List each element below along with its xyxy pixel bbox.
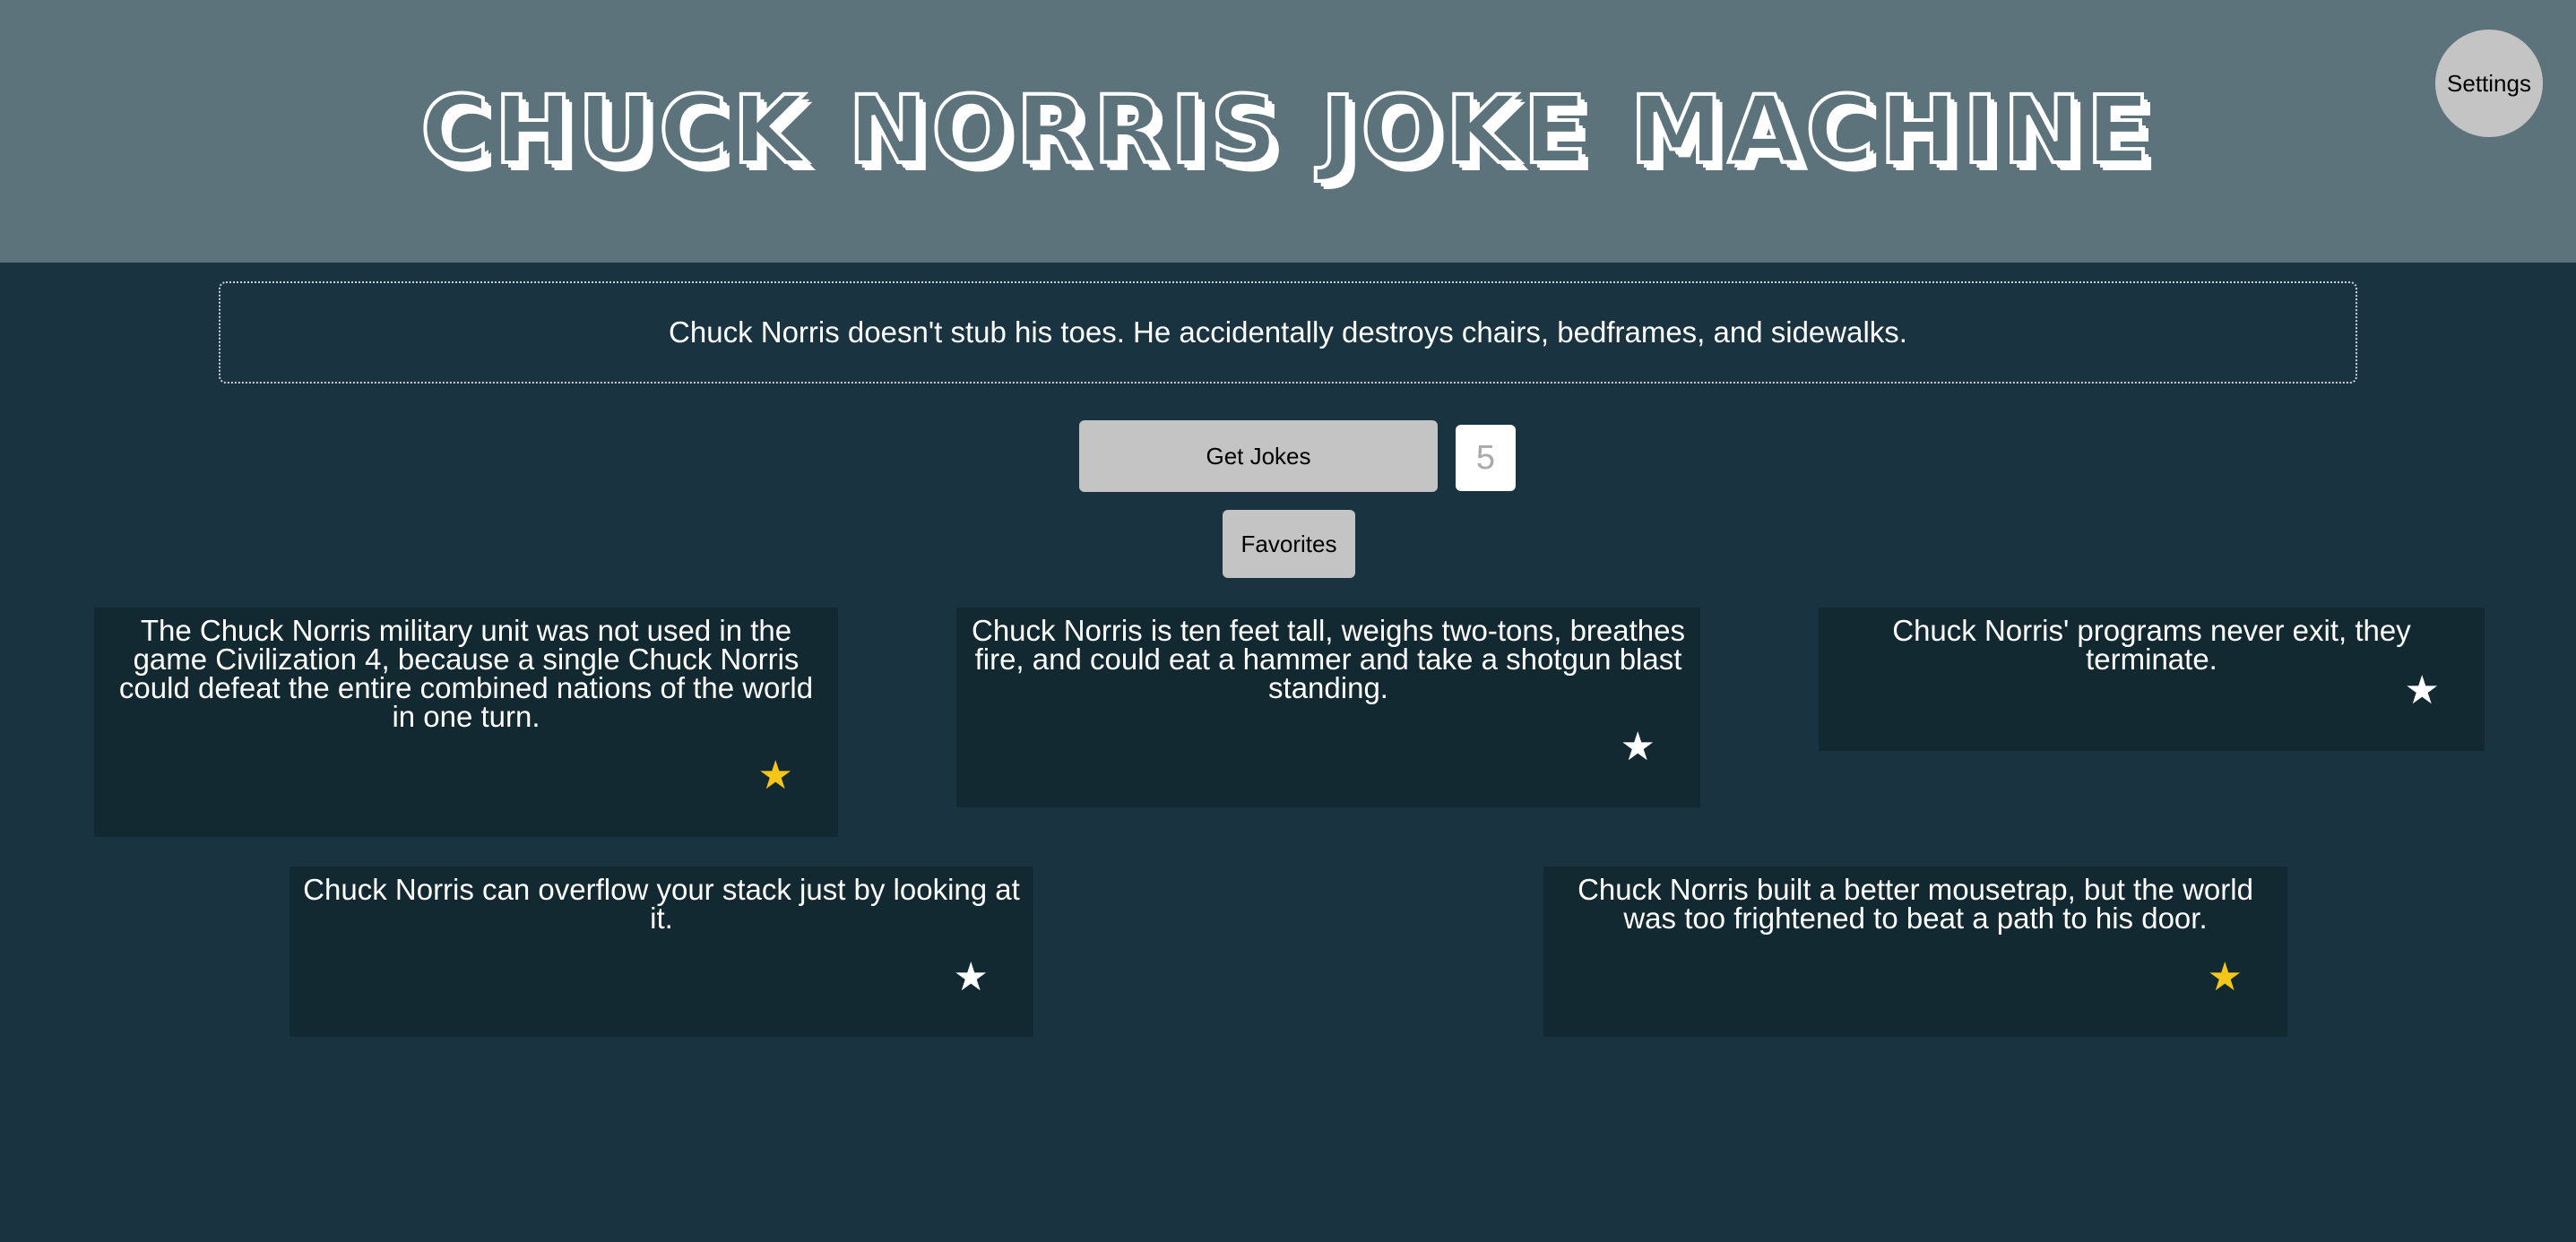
- settings-button[interactable]: Settings: [2435, 30, 2543, 137]
- favorite-star-icon[interactable]: ★: [954, 958, 989, 997]
- joke-card: Chuck Norris can overflow your stack jus…: [290, 867, 1033, 1037]
- favorite-star-icon[interactable]: ★: [1621, 728, 1655, 767]
- joke-card: Chuck Norris' programs never exit, they …: [1819, 608, 2485, 751]
- joke-text: Chuck Norris is ten feet tall, weighs tw…: [971, 614, 1685, 704]
- featured-joke: Chuck Norris doesn't stub his toes. He a…: [219, 281, 2357, 384]
- favorite-star-icon[interactable]: ★: [2208, 958, 2243, 997]
- favorite-star-icon[interactable]: ★: [758, 756, 793, 796]
- joke-text: Chuck Norris' programs never exit, they …: [1892, 614, 2411, 676]
- joke-text: The Chuck Norris military unit was not u…: [118, 614, 814, 733]
- joke-card: Chuck Norris built a better mousetrap, b…: [1543, 867, 2287, 1037]
- joke-card: Chuck Norris is ten feet tall, weighs tw…: [956, 608, 1700, 807]
- favorites-button[interactable]: Favorites: [1223, 510, 1355, 578]
- joke-text: Chuck Norris built a better mousetrap, b…: [1578, 873, 2253, 935]
- app-title: CHUCK NORRIS JOKE MACHINE: [419, 73, 2156, 186]
- favorite-star-icon[interactable]: ★: [2405, 671, 2440, 711]
- joke-count-input[interactable]: [1456, 425, 1516, 491]
- joke-text: Chuck Norris can overflow your stack jus…: [303, 873, 1020, 935]
- get-jokes-button[interactable]: Get Jokes: [1079, 420, 1438, 492]
- app-header: CHUCK NORRIS JOKE MACHINE Settings: [0, 0, 2576, 263]
- joke-card: The Chuck Norris military unit was not u…: [94, 608, 838, 837]
